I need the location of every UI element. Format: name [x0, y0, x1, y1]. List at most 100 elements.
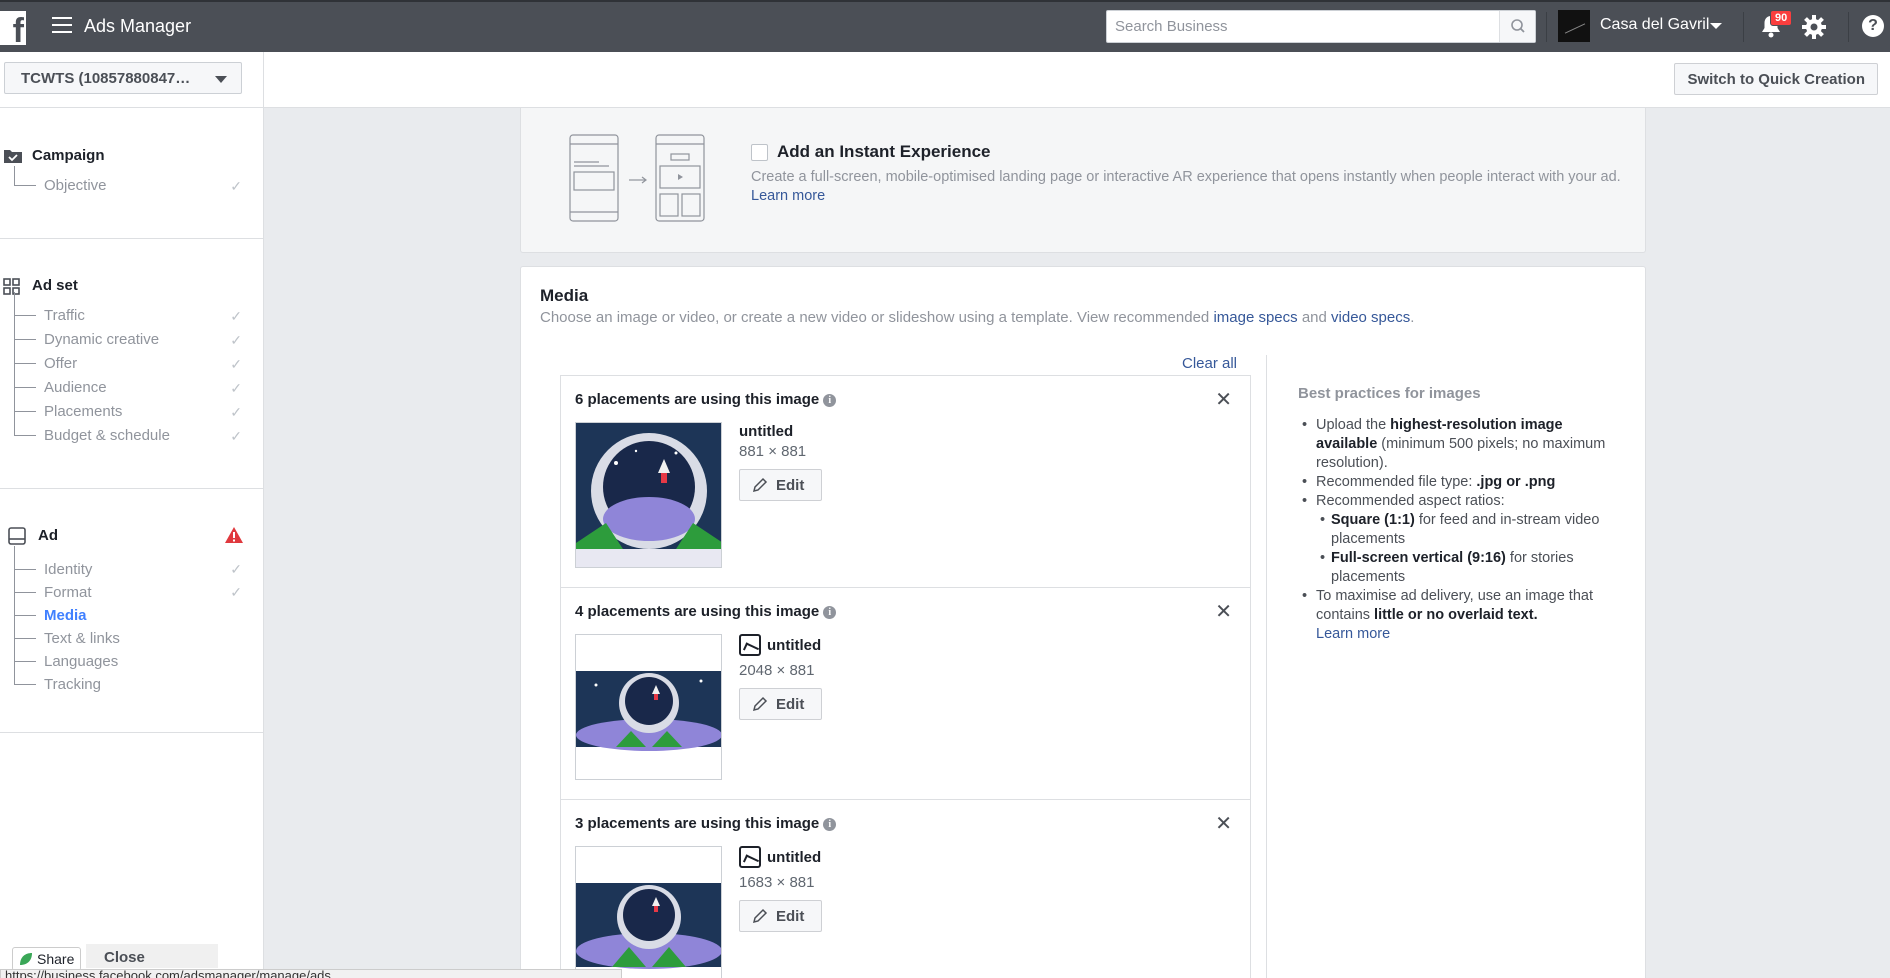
- ad-preview-icon: [8, 527, 26, 545]
- instant-experience-illustration: [569, 134, 705, 222]
- instant-experience-checkbox[interactable]: [751, 144, 768, 161]
- check-icon: ✓: [230, 561, 242, 577]
- sidebar-item-format[interactable]: Format ✓: [0, 569, 264, 604]
- description-text: Create a full-screen, mobile-optimised l…: [751, 169, 1621, 185]
- sidebar-item-budget-schedule[interactable]: Budget & schedule ✓: [0, 412, 264, 448]
- edit-image-button[interactable]: Edit: [739, 469, 822, 501]
- image-dimensions: 881 × 881: [739, 443, 807, 460]
- switch-to-quick-creation-button[interactable]: Switch to Quick Creation: [1674, 63, 1878, 95]
- image-icon: [739, 634, 761, 656]
- edit-label: Edit: [776, 907, 805, 925]
- gear-icon[interactable]: [1800, 13, 1828, 45]
- divider: [0, 107, 264, 108]
- tree-line: [14, 364, 15, 388]
- info-icon[interactable]: i: [823, 606, 837, 619]
- navigation-sidebar: TCWTS (10857880847… Campaign Objective ✓…: [0, 52, 264, 978]
- image-thumbnail[interactable]: [575, 422, 722, 568]
- image-thumbnail[interactable]: [575, 634, 722, 780]
- instant-experience-description: Create a full-screen, mobile-optimised l…: [751, 168, 1631, 206]
- placement-title: 6 placements are using this image i: [575, 391, 837, 408]
- ad-account-selector[interactable]: TCWTS (10857880847…: [4, 62, 242, 94]
- close-icon[interactable]: ✕: [1215, 602, 1232, 622]
- warning-icon: [225, 527, 243, 543]
- sidebar-item-label: Placements: [44, 403, 123, 420]
- notification-badge: 90: [1770, 10, 1793, 26]
- tree-line: [14, 166, 15, 186]
- astronaut-image: [576, 423, 721, 567]
- grid-icon: [3, 278, 20, 295]
- tree-line: [14, 316, 15, 340]
- bold-text: Square (1:1): [1331, 512, 1415, 528]
- close-icon[interactable]: ✕: [1215, 390, 1232, 410]
- image-icon: [739, 846, 761, 868]
- sidebar-item-identity[interactable]: Identity ✓: [0, 546, 264, 581]
- sidebar-item-audience[interactable]: Audience ✓: [0, 364, 264, 400]
- sidebar-item-label: Tracking: [44, 676, 101, 693]
- pencil-icon: [752, 477, 768, 493]
- chevron-down-icon[interactable]: [1710, 23, 1722, 29]
- account-avatar[interactable]: [1558, 10, 1590, 42]
- share-button[interactable]: Share: [12, 947, 82, 971]
- clear-all-link[interactable]: Clear all: [1182, 355, 1237, 372]
- sidebar-item-objective[interactable]: Objective ✓: [0, 166, 264, 198]
- menu-icon[interactable]: [52, 17, 72, 35]
- help-icon[interactable]: ?: [1862, 15, 1884, 37]
- sidebar-item-label: Format: [44, 584, 92, 601]
- divider: [1546, 12, 1547, 42]
- sidebar-heading-ad[interactable]: Ad: [0, 524, 264, 548]
- app-title[interactable]: Ads Manager: [84, 16, 191, 37]
- bold-text: little or no overlaid text.: [1374, 607, 1538, 623]
- sidebar-heading-label: Ad set: [32, 277, 78, 294]
- aspect-ratio-list: Square (1:1) for feed and in-stream vide…: [1316, 511, 1618, 587]
- facebook-logo[interactable]: f: [0, 11, 26, 45]
- image-specs-link[interactable]: image specs: [1213, 309, 1297, 326]
- ad-section: Ad Identity ✓ Format ✓ Media Text & links …: [0, 524, 264, 696]
- divider: [0, 238, 264, 239]
- edit-image-button[interactable]: Edit: [739, 900, 822, 932]
- edit-image-button[interactable]: Edit: [739, 688, 822, 720]
- share-label: Share: [37, 951, 75, 967]
- placement-title-text: 4 placements are using this image: [575, 603, 820, 620]
- image-dimensions: 1683 × 881: [739, 874, 815, 891]
- astronaut-image: [576, 635, 721, 779]
- sidebar-item-dynamic-creative[interactable]: Dynamic creative ✓: [0, 316, 264, 352]
- search-business: [1106, 10, 1536, 43]
- image-name-row: untitled: [739, 634, 821, 656]
- sidebar-item-traffic[interactable]: Traffic ✓: [0, 292, 264, 328]
- chevron-down-icon: [215, 76, 227, 83]
- search-button[interactable]: [1499, 11, 1535, 42]
- sidebar-item-label: Media: [44, 607, 87, 624]
- sidebar-heading-campaign[interactable]: Campaign: [0, 144, 264, 168]
- search-input[interactable]: [1107, 11, 1497, 42]
- share-bar: Share Close https://business.facebook.co…: [0, 941, 622, 978]
- close-icon[interactable]: ✕: [1215, 814, 1232, 834]
- sidebar-item-languages[interactable]: Languages: [0, 638, 264, 673]
- info-icon[interactable]: i: [823, 818, 837, 831]
- sidebar-item-media[interactable]: Media: [0, 592, 264, 627]
- sidebar-heading-ad-set[interactable]: Ad set: [0, 274, 264, 298]
- check-icon: ✓: [230, 380, 242, 396]
- media-description: Choose an image or video, or create a ne…: [540, 309, 1414, 326]
- image-name: untitled: [739, 423, 794, 440]
- best-practice-subitem: Full-screen vertical (9:16) for stories …: [1316, 549, 1618, 587]
- learn-more-link[interactable]: Learn more: [751, 188, 825, 204]
- sidebar-item-tracking[interactable]: Tracking: [0, 661, 264, 696]
- video-specs-link[interactable]: video specs: [1331, 309, 1410, 326]
- status-url: https://business.facebook.com/adsmanager…: [0, 969, 622, 978]
- text: Recommended aspect ratios:: [1316, 493, 1505, 509]
- sidebar-item-offer[interactable]: Offer ✓: [0, 340, 264, 376]
- learn-more-link[interactable]: Learn more: [1316, 626, 1390, 642]
- image-name: untitled: [767, 849, 822, 866]
- tree-line: [14, 615, 15, 639]
- pencil-icon: [752, 696, 768, 712]
- close-link[interactable]: Close: [104, 949, 145, 966]
- best-practice-item: Recommended file type: .jpg or .png: [1298, 473, 1618, 492]
- sidebar-item-placements[interactable]: Placements ✓: [0, 388, 264, 424]
- account-name[interactable]: Casa del Gavril: [1600, 16, 1709, 34]
- instant-experience-card: Add an Instant Experience Create a full-…: [520, 108, 1646, 253]
- pencil-icon: [752, 908, 768, 924]
- info-icon[interactable]: i: [823, 394, 837, 407]
- ad-account-label: TCWTS (10857880847…: [21, 70, 191, 87]
- edit-label: Edit: [776, 695, 805, 713]
- sidebar-item-text-links[interactable]: Text & links: [0, 615, 264, 650]
